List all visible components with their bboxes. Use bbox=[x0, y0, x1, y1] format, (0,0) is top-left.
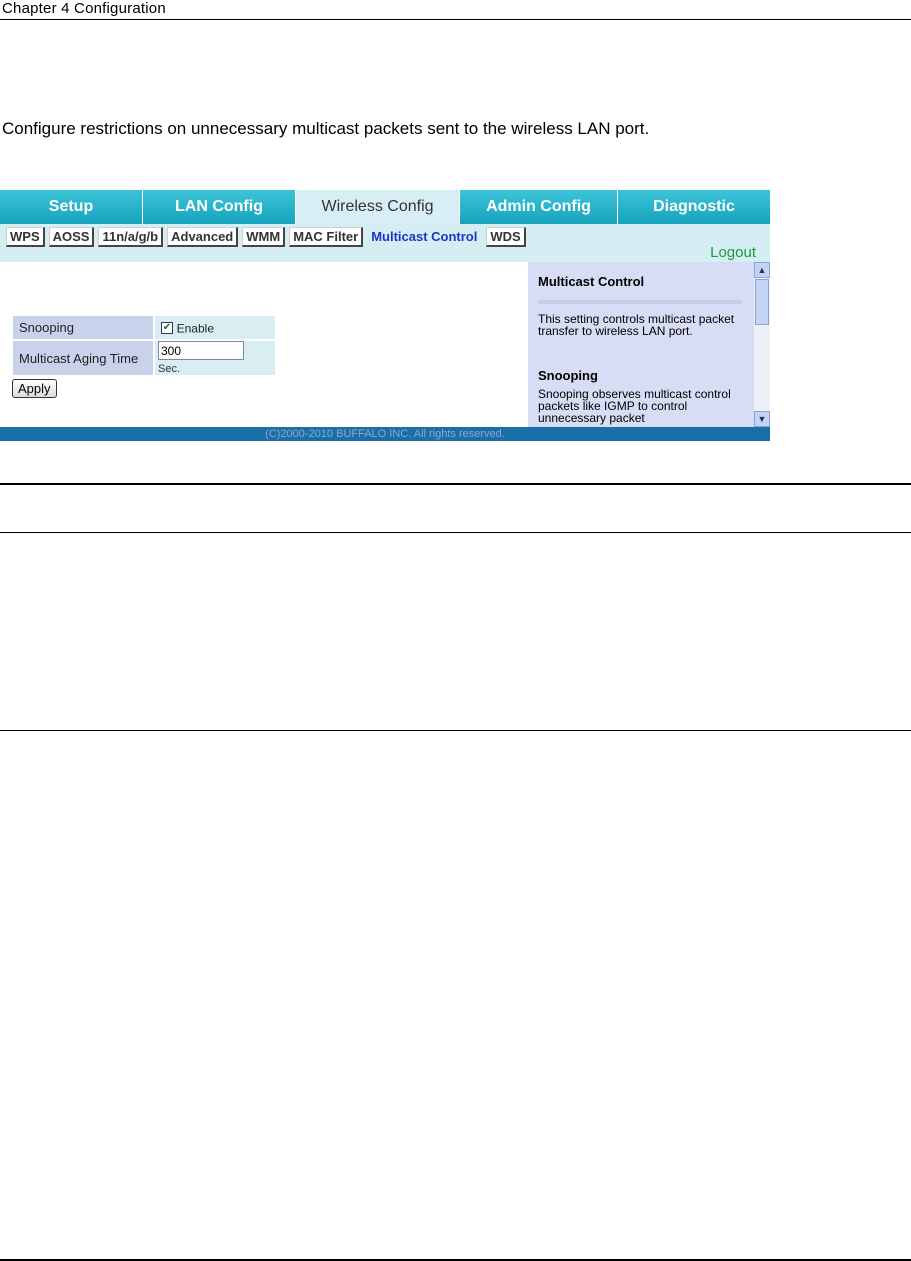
aging-time-unit: Sec. bbox=[158, 363, 181, 375]
snooping-value: ✔ Enable bbox=[155, 316, 275, 339]
scroll-up-icon[interactable]: ▲ bbox=[754, 262, 770, 278]
table-row-rule bbox=[0, 730, 911, 731]
aging-time-row: Multicast Aging Time Sec. bbox=[13, 341, 275, 375]
help-panel: Multicast Control This setting controls … bbox=[528, 262, 754, 427]
help-scrollbar[interactable]: ▲ ▼ bbox=[754, 262, 770, 427]
table-header-rule bbox=[0, 532, 911, 533]
table-top-rule bbox=[0, 483, 911, 485]
scroll-down-icon[interactable]: ▼ bbox=[754, 411, 770, 427]
snooping-checkbox[interactable]: ✔ bbox=[161, 322, 173, 335]
tab-admin-config[interactable]: Admin Config bbox=[459, 190, 617, 224]
subtab-wmm[interactable]: WMM bbox=[242, 227, 286, 247]
help-snooping-text: Snooping observes multicast control pack… bbox=[538, 387, 731, 425]
top-nav: Setup LAN Config Wireless Config Admin C… bbox=[0, 190, 770, 224]
help-snooping-heading: Snooping bbox=[538, 368, 598, 383]
aging-time-input[interactable] bbox=[158, 341, 244, 360]
settings-panel: Snooping ✔ Enable Multicast Aging Time S… bbox=[0, 262, 528, 427]
enable-label: Enable bbox=[176, 321, 214, 336]
snooping-label: Snooping bbox=[13, 316, 153, 339]
settings-table: Snooping ✔ Enable Multicast Aging Time S… bbox=[11, 314, 277, 377]
chapter-header: Chapter 4 Configuration bbox=[0, 0, 911, 20]
subtab-aoss[interactable]: AOSS bbox=[48, 227, 95, 247]
snooping-row: Snooping ✔ Enable bbox=[13, 316, 275, 339]
sub-tabs: WPS AOSS 11n/a/g/b Advanced WMM MAC Filt… bbox=[6, 227, 526, 247]
tab-diagnostic[interactable]: Diagnostic bbox=[617, 190, 770, 224]
copyright-footer: (C)2000-2010 BUFFALO INC. All rights res… bbox=[0, 427, 770, 441]
aging-time-value: Sec. bbox=[155, 341, 275, 375]
scroll-thumb[interactable] bbox=[755, 279, 769, 325]
subtab-mac-filter[interactable]: MAC Filter bbox=[289, 227, 364, 247]
help-text: This setting controls multicast packet t… bbox=[538, 312, 735, 338]
chapter-title: Chapter 4 Configuration bbox=[2, 0, 166, 17]
subtab-wps[interactable]: WPS bbox=[6, 227, 45, 247]
subtab-11nagb[interactable]: 11n/a/g/b bbox=[98, 227, 164, 247]
logout-link[interactable]: Logout bbox=[710, 244, 756, 261]
apply-button[interactable]: Apply bbox=[12, 379, 57, 398]
router-ui-screenshot: Setup LAN Config Wireless Config Admin C… bbox=[0, 190, 770, 441]
sub-nav: WPS AOSS 11n/a/g/b Advanced WMM MAC Filt… bbox=[0, 224, 770, 262]
tab-lan-config[interactable]: LAN Config bbox=[142, 190, 295, 224]
intro-text: Configure restrictions on unnecessary mu… bbox=[2, 119, 650, 138]
subtab-wds[interactable]: WDS bbox=[486, 227, 526, 247]
help-title: Multicast Control bbox=[538, 274, 645, 289]
help-divider bbox=[538, 300, 742, 304]
tab-wireless-config[interactable]: Wireless Config bbox=[295, 190, 459, 224]
aging-time-label: Multicast Aging Time bbox=[13, 341, 153, 375]
tab-setup[interactable]: Setup bbox=[0, 190, 142, 224]
subtab-advanced[interactable]: Advanced bbox=[167, 227, 239, 247]
subtab-multicast-control[interactable]: Multicast Control bbox=[367, 227, 483, 247]
